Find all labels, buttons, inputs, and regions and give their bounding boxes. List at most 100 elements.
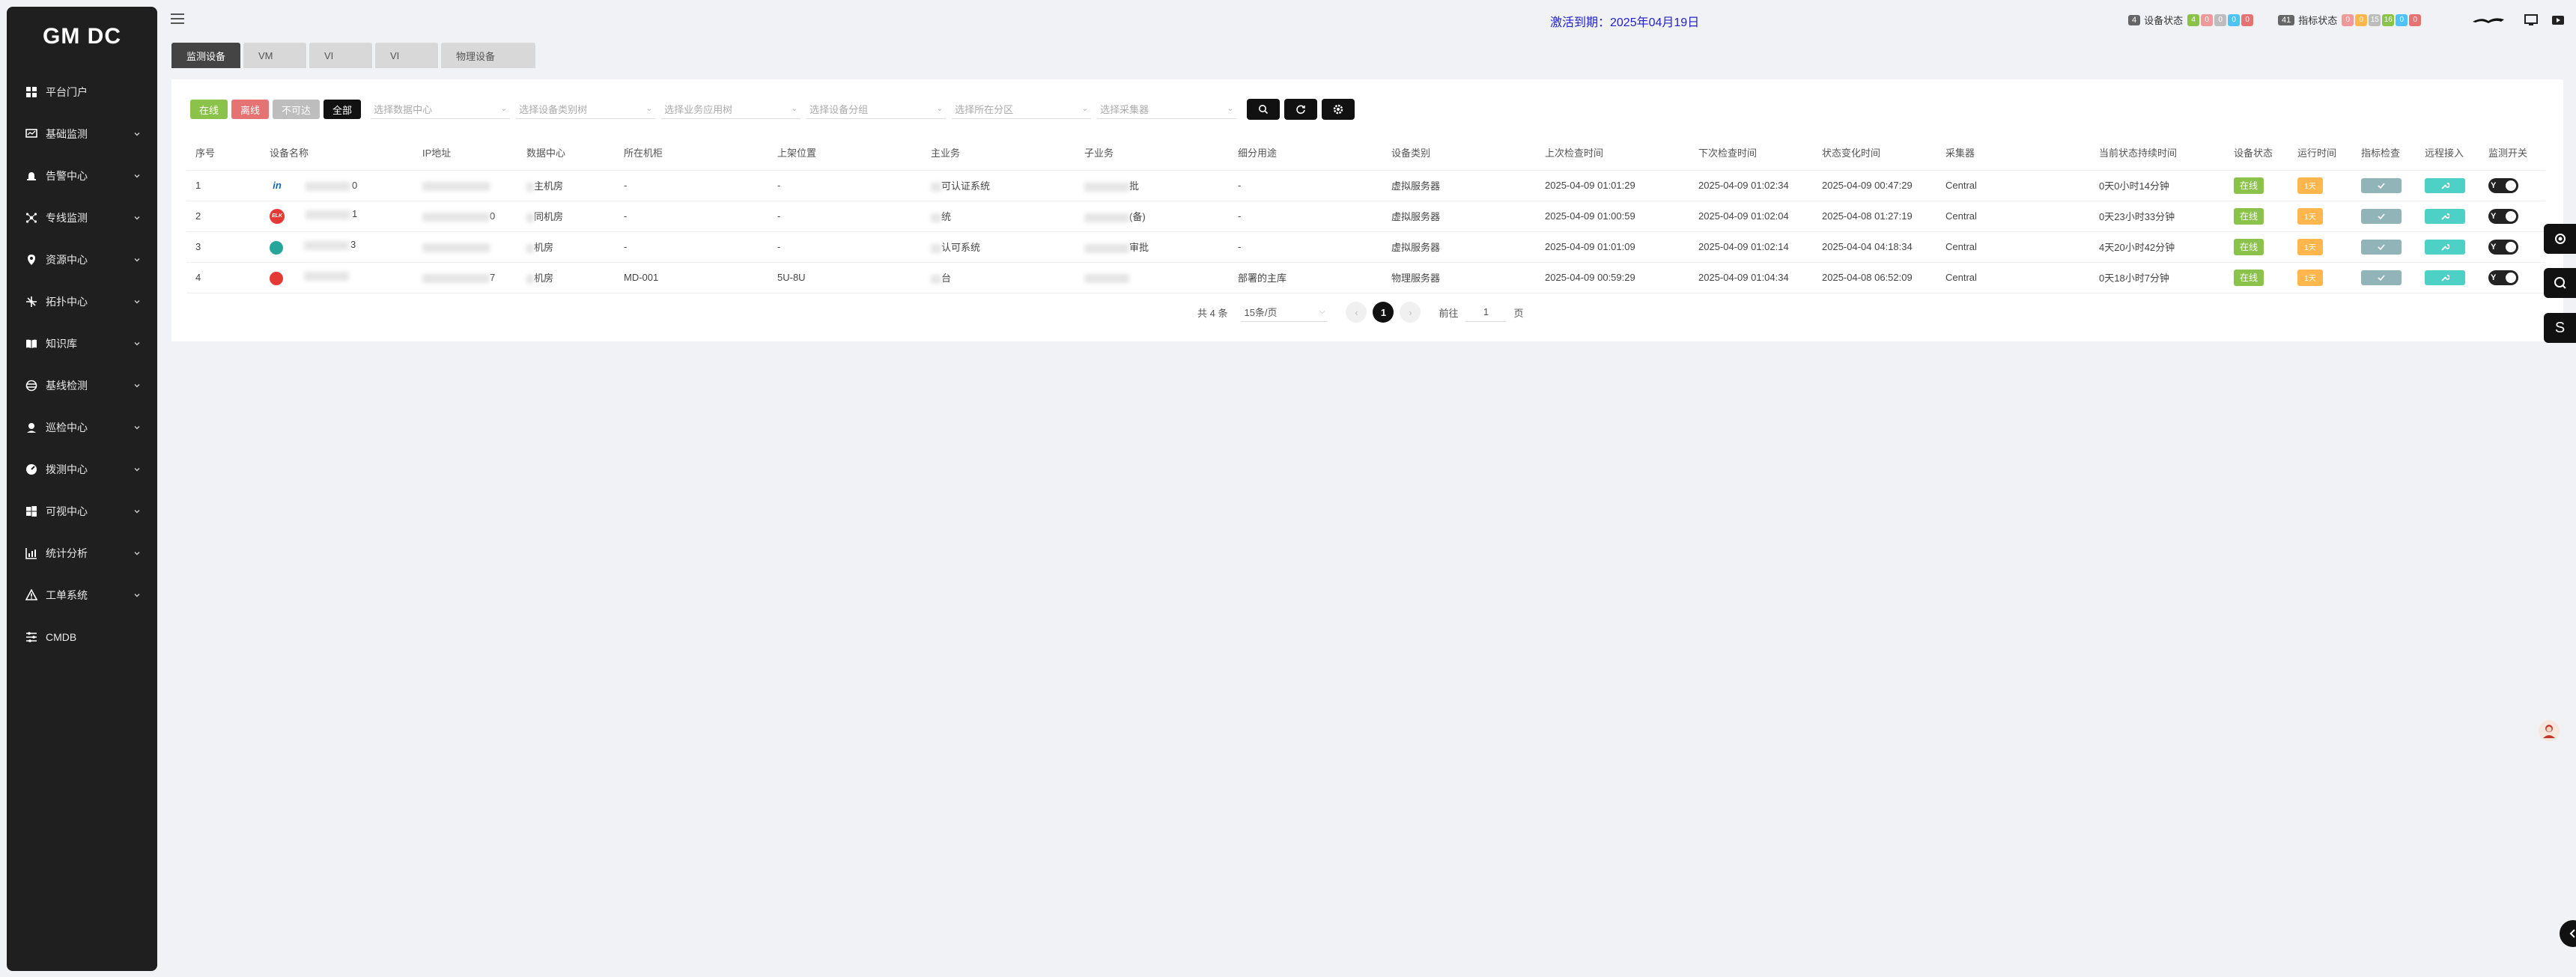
table-row[interactable]: 3 3 机房 - - 认可系统 审批 - 虚拟服务器 2025-04-09 01:01:09 202…: [186, 231, 2545, 263]
status-badge[interactable]: 在线: [2234, 269, 2264, 286]
tab-0[interactable]: 监测设备: [171, 43, 241, 68]
sidebar-item-12[interactable]: 工单系统: [7, 574, 157, 616]
masked-main: [931, 213, 941, 222]
status-count-badge[interactable]: 0: [2241, 13, 2254, 26]
status-badge[interactable]: 在线: [2234, 238, 2264, 255]
monitor-switch[interactable]: Y: [2488, 208, 2518, 224]
monitor-switch[interactable]: Y: [2488, 239, 2518, 255]
remote-access-button[interactable]: [2425, 177, 2465, 193]
screen-icon[interactable]: [2524, 13, 2539, 27]
cell-main: 统: [922, 201, 1075, 232]
tab-3[interactable]: VI: [375, 43, 439, 68]
sidebar-item-6[interactable]: 知识库: [7, 323, 157, 365]
search-float-button[interactable]: [2544, 268, 2576, 298]
filter-select-1[interactable]: 选择设备类别树 ⌄: [516, 100, 656, 119]
remote-access-button[interactable]: [2425, 270, 2465, 285]
menu-toggle-icon[interactable]: [171, 12, 184, 25]
uptime-badge[interactable]: 1天: [2297, 238, 2323, 255]
sidebar-item-1[interactable]: 基础监测: [7, 113, 157, 155]
status-count-badge[interactable]: 0: [2228, 13, 2241, 26]
uptime-badge[interactable]: 1天: [2297, 177, 2323, 194]
status-count-badge[interactable]: 0: [2396, 13, 2408, 26]
prev-page-button[interactable]: ‹: [1346, 302, 1367, 323]
metric-check-button[interactable]: [2361, 177, 2402, 193]
support-avatar[interactable]: [2539, 720, 2560, 741]
status-count-badge[interactable]: 4: [2187, 13, 2200, 26]
brand-logo-icon: [2471, 13, 2506, 28]
status-badge[interactable]: 在线: [2234, 177, 2264, 194]
cell-idx: 1: [186, 170, 261, 201]
collapse-corner-button[interactable]: [2560, 920, 2576, 947]
filter-select-4[interactable]: 选择所在分区 ⌄: [952, 100, 1092, 119]
filter-select-2[interactable]: 选择业务应用树 ⌄: [661, 100, 801, 119]
settings-float-button[interactable]: [2544, 224, 2576, 254]
table-row[interactable]: 4 7 机房 MD-001 5U-8U 台 部署的主库 物理服务器 2025-04-09 00:…: [186, 262, 2545, 293]
page-size-value: 15条/页: [1244, 307, 1278, 318]
filter-pill-2[interactable]: 不可达: [273, 100, 321, 119]
filter-pill-0[interactable]: 在线: [190, 100, 228, 119]
filter-pill-3[interactable]: 全部: [323, 100, 362, 119]
status-count-badge[interactable]: 15: [2369, 13, 2381, 26]
column-header: 状态变化时间: [1813, 136, 1936, 171]
device-status-summary[interactable]: 4 设备状态 40000: [2128, 13, 2254, 27]
tab-2[interactable]: VI: [309, 43, 373, 68]
goto-page-input[interactable]: 1: [1465, 302, 1507, 322]
monitor-switch[interactable]: Y: [2488, 177, 2518, 193]
wrench-icon: [2441, 182, 2449, 189]
status-count-badge[interactable]: 0: [2355, 13, 2368, 26]
masked-ip: [422, 181, 490, 191]
refresh-button[interactable]: [1284, 99, 1318, 120]
metric-check-button[interactable]: [2361, 208, 2402, 224]
remote-access-button[interactable]: [2425, 239, 2465, 255]
sidebar-item-10[interactable]: 可视中心: [7, 490, 157, 532]
current-page-button[interactable]: 1: [1373, 302, 1394, 323]
uptime-badge[interactable]: 1天: [2297, 269, 2323, 286]
table-row[interactable]: 1 in 0 主机房 - - 可认证系统 批 - 虚拟服务器 2025-04-09 01:01:29…: [186, 170, 2545, 201]
chevron-down-icon: ⌄: [791, 105, 798, 113]
sidebar-item-0[interactable]: 平台门户: [7, 71, 157, 113]
metric-check-button[interactable]: [2361, 270, 2402, 285]
search-button[interactable]: [1247, 99, 1281, 120]
next-page-button[interactable]: ›: [1400, 302, 1421, 323]
status-count-badge[interactable]: 16: [2382, 13, 2395, 26]
filter-select-0[interactable]: 选择数据中心 ⌄: [371, 100, 511, 119]
cell-idx: 4: [186, 262, 261, 293]
gear-button[interactable]: [1322, 99, 1355, 120]
uptime-badge[interactable]: 1天: [2297, 207, 2323, 225]
metric-status-summary[interactable]: 41 指标状态 0 0 15 16 0 0: [2278, 13, 2422, 27]
sidebar-item-11[interactable]: 统计分析: [7, 532, 157, 574]
status-count-badge[interactable]: 0: [2409, 13, 2422, 26]
tab-1[interactable]: VM: [243, 43, 307, 68]
status-count-badge[interactable]: 0: [2342, 13, 2354, 26]
tab-4[interactable]: 物理设备: [441, 43, 536, 68]
sidebar-item-4[interactable]: 资源中心: [7, 239, 157, 281]
chevron-down-icon: [132, 506, 142, 517]
cell-pos: -: [768, 231, 922, 263]
cell-toggle: Y: [2479, 231, 2545, 263]
cell-uptime: 1天: [2288, 262, 2352, 293]
chevron-down-icon: [132, 255, 142, 265]
page-size-select[interactable]: 15条/页 ⌵: [1241, 302, 1328, 322]
remote-access-button[interactable]: [2425, 208, 2465, 224]
status-badge[interactable]: 在线: [2234, 207, 2264, 225]
metric-check-button[interactable]: [2361, 239, 2402, 255]
status-count-badge[interactable]: 0: [2201, 13, 2214, 26]
video-icon[interactable]: [2551, 13, 2566, 27]
sidebar-item-8[interactable]: 巡检中心: [7, 407, 157, 448]
sidebar-item-13[interactable]: CMDB: [7, 616, 157, 658]
sidebar-item-9[interactable]: 拨测中心: [7, 448, 157, 490]
table-row[interactable]: 2 ELK 1 0 同机房 - - 统 (备) - 虚拟服务器 2025-04-09 01:00:59…: [186, 201, 2545, 232]
sidebar-item-7[interactable]: 基线检测: [7, 365, 157, 407]
sidebar-item-2[interactable]: 告警中心: [7, 155, 157, 197]
filter-pill-1[interactable]: 离线: [231, 100, 270, 119]
filter-select-5[interactable]: 选择采集器 ⌄: [1097, 100, 1237, 119]
column-header: 采集器: [1936, 136, 2090, 171]
sidebar-item-5[interactable]: 拓扑中心: [7, 281, 157, 323]
status-count-badge[interactable]: 0: [2214, 13, 2227, 26]
monitor-switch[interactable]: Y: [2488, 270, 2518, 285]
s-float-button[interactable]: S: [2544, 313, 2576, 343]
cell-next-text: 2025-04-09 01:02:04: [1698, 210, 1789, 222]
sidebar-item-3[interactable]: 专线监测: [7, 197, 157, 239]
filter-select-3[interactable]: 选择设备分组 ⌄: [806, 100, 947, 119]
sidebar-item-label: 基线检测: [46, 380, 88, 392]
